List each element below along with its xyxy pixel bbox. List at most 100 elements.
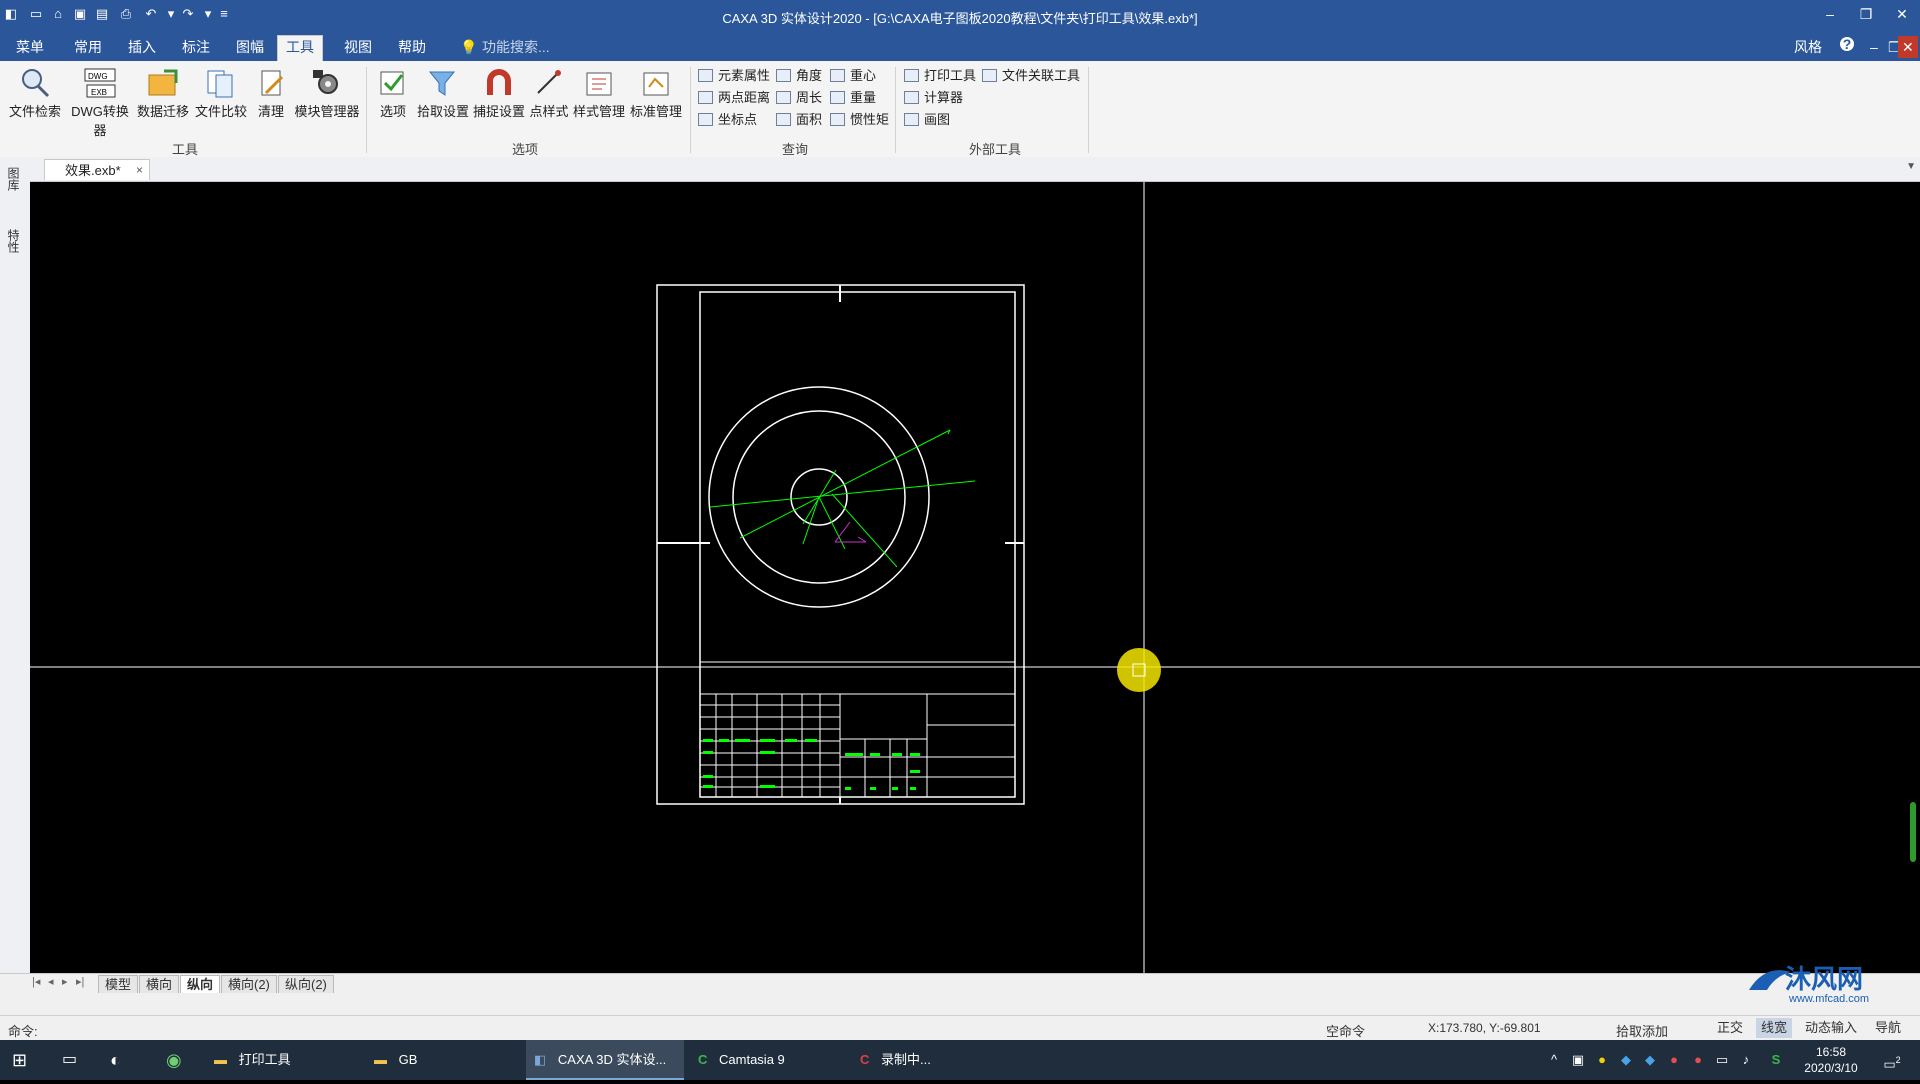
camtasia-icon: C xyxy=(698,1052,708,1067)
lineweight-toggle[interactable]: 线宽 xyxy=(1756,1018,1793,1038)
browser-icon[interactable]: ◐ xyxy=(110,1040,121,1080)
element-properties-button[interactable]: 元素属性 xyxy=(698,66,770,86)
tray-app-icon[interactable]: ▣ xyxy=(1570,1052,1586,1068)
file-association-button[interactable]: 文件关联工具 xyxy=(982,66,1080,86)
navigation-toggle[interactable]: 导航 xyxy=(1870,1018,1906,1038)
tab-annotate[interactable]: 标注 xyxy=(174,36,218,58)
taskbar-app-gb[interactable]: ▬ GB xyxy=(366,1040,524,1080)
snap-settings-button[interactable]: 捕捉设置 xyxy=(470,67,528,120)
last-sheet-icon[interactable]: ▸| xyxy=(76,975,84,988)
tab-view[interactable]: 视图 xyxy=(336,36,380,58)
clock[interactable]: 16:58 2020/3/10 xyxy=(1800,1040,1862,1084)
tray-app-icon[interactable]: ● xyxy=(1594,1052,1610,1068)
drawing-area[interactable] xyxy=(30,182,1920,974)
ime-icon[interactable]: S xyxy=(1768,1052,1784,1068)
windows-start-icon[interactable]: ⊞ xyxy=(12,1040,27,1080)
tab-sheet[interactable]: 图幅 xyxy=(228,36,272,58)
task-view-icon[interactable]: ▭ xyxy=(62,1040,77,1080)
tray-app-icon[interactable]: ◆ xyxy=(1642,1052,1658,1068)
drawing-canvas[interactable] xyxy=(30,182,1920,974)
taskbar-app-recording[interactable]: C 录制中... xyxy=(852,1040,1008,1080)
group-label-external: 外部工具 xyxy=(968,142,1021,157)
properties-panel-tab[interactable]: 特性 xyxy=(6,229,22,253)
taskbar-app-label: 录制中... xyxy=(881,1052,931,1067)
centroid-icon xyxy=(830,69,845,82)
two-point-distance-button[interactable]: 两点距离 xyxy=(698,88,770,108)
folder-icon: ▬ xyxy=(214,1052,227,1067)
sheet-tab-model[interactable]: 模型 xyxy=(98,975,139,994)
help-icon[interactable]: ? xyxy=(1840,37,1854,51)
dwg-converter-button[interactable]: DWG EXB DWG转换器 xyxy=(66,67,134,139)
volume-icon[interactable]: ♪ xyxy=(1738,1052,1754,1068)
tray-overflow-icon[interactable]: ^ xyxy=(1546,1052,1562,1068)
first-sheet-icon[interactable]: |◂ xyxy=(32,975,40,988)
weight-button[interactable]: 重量 xyxy=(830,88,876,108)
network-icon[interactable]: ▭ xyxy=(1714,1052,1730,1068)
close-tab-icon[interactable]: × xyxy=(136,160,143,181)
perimeter-icon xyxy=(776,91,791,104)
pick-settings-label: 拾取设置 xyxy=(416,104,469,119)
dynamic-input-toggle[interactable]: 动态输入 xyxy=(1800,1018,1862,1038)
sheet-tab-landscape[interactable]: 横向 xyxy=(139,975,180,994)
pick-settings-button[interactable]: 拾取设置 xyxy=(414,67,472,120)
standard-manager-icon xyxy=(639,67,673,99)
pick-mode-status[interactable]: 拾取添加 xyxy=(1616,1021,1668,1040)
ribbon-separator xyxy=(690,67,691,153)
library-panel-tab[interactable]: 图库 xyxy=(6,167,22,191)
tab-common[interactable]: 常用 xyxy=(66,36,110,58)
svg-text:DWG: DWG xyxy=(88,72,108,81)
angle-icon xyxy=(776,69,791,82)
tab-help[interactable]: 帮助 xyxy=(390,36,434,58)
sheet-tab-portrait[interactable]: 纵向 xyxy=(180,975,221,994)
command-input[interactable] xyxy=(50,1021,1050,1037)
data-migration-button[interactable]: 数据迁移 xyxy=(134,67,192,120)
point-style-icon xyxy=(532,67,566,99)
notification-center-icon[interactable]: ▭2 xyxy=(1880,1052,1904,1071)
sheet-tab-portrait-2[interactable]: 纵向(2) xyxy=(278,975,334,994)
angle-button[interactable]: 角度 xyxy=(776,66,822,86)
doc-close-icon[interactable]: ✕ xyxy=(1898,36,1918,58)
taskbar-app-camtasia[interactable]: C Camtasia 9 xyxy=(690,1040,856,1080)
file-search-button[interactable]: 文件检索 xyxy=(6,67,64,120)
ortho-toggle[interactable]: 正交 xyxy=(1712,1018,1748,1038)
data-migration-label: 数据迁移 xyxy=(136,104,189,119)
tray-app-icon[interactable]: ◆ xyxy=(1618,1052,1634,1068)
style-menu[interactable]: 风格 xyxy=(1786,36,1830,58)
prev-sheet-icon[interactable]: ◂ xyxy=(48,975,54,988)
perimeter-label: 周长 xyxy=(796,90,823,105)
sheet-tab-landscape-2[interactable]: 横向(2) xyxy=(221,975,277,994)
watermark-url: www.mfcad.com xyxy=(1788,993,1869,1005)
taskbar-app-caxa[interactable]: ◧ CAXA 3D 实体设... xyxy=(526,1040,684,1080)
perimeter-button[interactable]: 周长 xyxy=(776,88,822,108)
standard-manager-label: 标准管理 xyxy=(629,104,682,119)
document-tab[interactable]: 效果.exb* × xyxy=(44,159,150,180)
area-button[interactable]: 面积 xyxy=(776,110,822,130)
coordinate-point-label: 坐标点 xyxy=(718,112,758,127)
coordinate-point-button[interactable]: 坐标点 xyxy=(698,110,757,130)
moment-of-inertia-button[interactable]: 惯性矩 xyxy=(830,110,889,130)
close-button[interactable]: ✕ xyxy=(1888,4,1916,24)
point-style-button[interactable]: 点样式 xyxy=(525,67,573,120)
print-tool-button[interactable]: 打印工具 xyxy=(904,66,976,86)
green-app-icon[interactable]: ◉ xyxy=(166,1040,182,1080)
tab-insert[interactable]: 插入 xyxy=(120,36,164,58)
vertical-scroll-thumb[interactable] xyxy=(1910,802,1916,862)
taskbar-app-print-tool[interactable]: ▬ 打印工具 xyxy=(206,1040,364,1080)
tab-tools[interactable]: 工具 xyxy=(277,35,323,62)
feature-search-input[interactable]: 功能搜索... xyxy=(474,36,558,58)
minimize-button[interactable]: – xyxy=(1816,4,1844,24)
tray-app-icon[interactable]: ● xyxy=(1666,1052,1682,1068)
tab-menu[interactable]: 菜单 xyxy=(8,36,52,58)
next-sheet-icon[interactable]: ▸ xyxy=(62,975,68,988)
module-manager-button[interactable]: 模块管理器 xyxy=(292,67,362,120)
restore-button[interactable]: ❐ xyxy=(1852,4,1880,24)
style-manager-button[interactable]: 样式管理 xyxy=(570,67,628,120)
options-button[interactable]: 选项 xyxy=(368,67,418,120)
centroid-button[interactable]: 重心 xyxy=(830,66,876,86)
tab-list-dropdown-icon[interactable]: ▼ xyxy=(1906,161,1916,172)
options-label: 选项 xyxy=(379,104,406,119)
calculator-button[interactable]: 计算器 xyxy=(904,88,963,108)
tray-app-icon[interactable]: ● xyxy=(1690,1052,1706,1068)
paint-button[interactable]: 画图 xyxy=(904,110,950,130)
standard-manager-button[interactable]: 标准管理 xyxy=(626,67,686,120)
